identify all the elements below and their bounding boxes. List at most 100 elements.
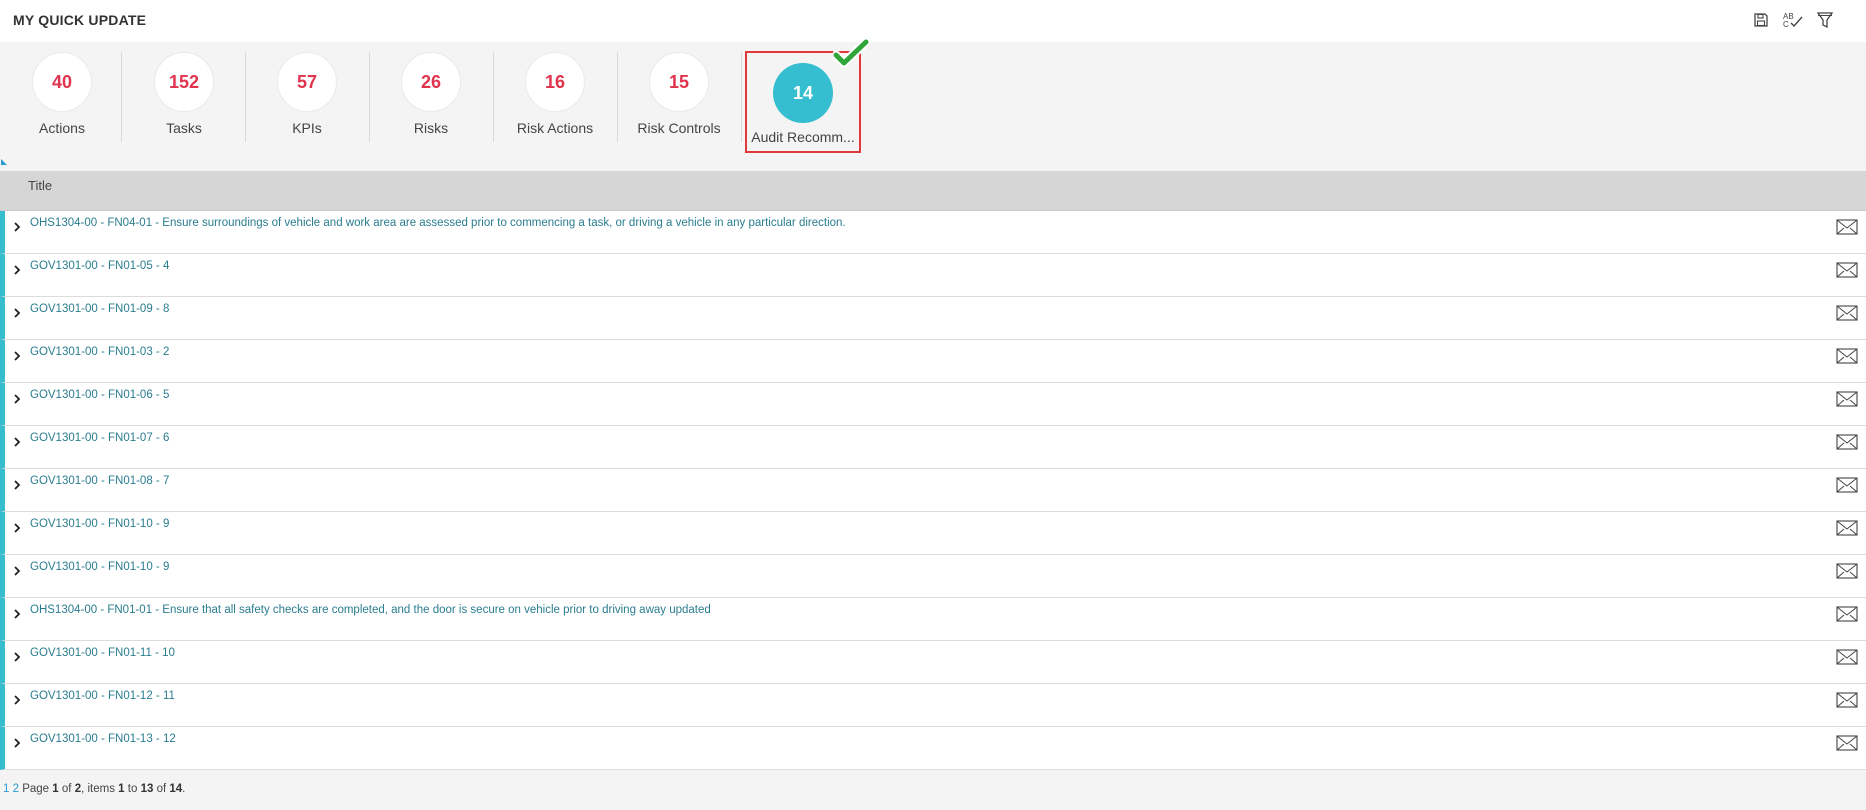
row-title-link[interactable]: GOV1301-00 - FN01-06 - 5 [30,389,169,401]
collapse-corner-icon[interactable] [1,159,7,165]
table-row[interactable]: OHS1304-00 - FN04-01 - Ensure surroundin… [0,211,1866,254]
row-title-link[interactable]: GOV1301-00 - FN01-03 - 2 [30,346,169,358]
table-row[interactable]: GOV1301-00 - FN01-09 - 8 [0,297,1866,340]
divider [741,52,742,142]
row-title-link[interactable]: GOV1301-00 - FN01-13 - 12 [30,733,176,745]
tile-count: 15 [649,52,709,112]
pager-text: Page [22,783,50,795]
chevron-right-icon[interactable] [12,263,22,277]
mail-icon[interactable] [1836,649,1858,665]
tile-label: Audit Recomm... [751,129,855,145]
tile-count: 57 [277,52,337,112]
chevron-right-icon[interactable] [12,220,22,234]
pager: 1 2 Page 1 of 2, items 1 to 13 of 14. [3,783,185,795]
row-title-link[interactable]: GOV1301-00 - FN01-11 - 10 [30,647,175,659]
grid-header: Title [0,171,1866,211]
pager-current: 1 [52,783,59,795]
tile-label: Risk Actions [516,120,594,136]
table-row[interactable]: GOV1301-00 - FN01-11 - 10 [0,641,1866,684]
mail-icon[interactable] [1836,735,1858,751]
table-row[interactable]: OHS1304-00 - FN01-01 - Ensure that all s… [0,598,1866,641]
pager-text: of [156,783,167,795]
summary-tiles: 40 Actions 152 Tasks 57 KPIs 26 Risks 16… [0,39,1866,162]
pager-text: , items [81,783,115,795]
pager-from: 1 [118,783,125,795]
row-title-link[interactable]: GOV1301-00 - FN01-10 - 9 [30,518,169,530]
tile-label: Actions [39,120,85,136]
chevron-right-icon[interactable] [12,521,22,535]
chevron-right-icon[interactable] [12,736,22,750]
pager-to: 13 [140,783,154,795]
filter-icon[interactable] [1814,9,1836,31]
checkmark-icon [833,39,869,68]
table-row[interactable]: GOV1301-00 - FN01-08 - 7 [0,469,1866,512]
table-row[interactable]: GOV1301-00 - FN01-10 - 9 [0,555,1866,598]
page-link-1[interactable]: 1 [3,783,9,795]
chevron-right-icon[interactable] [12,392,22,406]
table-row[interactable]: GOV1301-00 - FN01-07 - 6 [0,426,1866,469]
chevron-right-icon[interactable] [12,650,22,664]
mail-icon[interactable] [1836,434,1858,450]
tile-count: 152 [154,52,214,112]
row-title-link[interactable]: OHS1304-00 - FN04-01 - Ensure surroundin… [30,217,846,229]
row-title-link[interactable]: GOV1301-00 - FN01-12 - 11 [30,690,175,702]
toolbar: AB C [1750,9,1836,31]
tile-risk-controls[interactable]: 15 Risk Controls [617,52,741,152]
mail-icon[interactable] [1836,477,1858,493]
tile-label: Risks [413,120,449,136]
table-row[interactable]: GOV1301-00 - FN01-13 - 12 [0,727,1866,770]
save-icon[interactable] [1750,9,1772,31]
mail-icon[interactable] [1836,692,1858,708]
pager-text: . [182,783,186,795]
tile-tasks[interactable]: 152 Tasks [122,52,246,152]
tile-audit-recommendations[interactable]: 14 Audit Recomm... [745,39,869,153]
chevron-right-icon[interactable] [12,693,22,707]
row-title-link[interactable]: GOV1301-00 - FN01-10 - 9 [30,561,169,573]
row-title-link[interactable]: GOV1301-00 - FN01-07 - 6 [30,432,169,444]
tile-count: 26 [401,52,461,112]
pager-text: of [61,783,72,795]
tile-count: 40 [32,52,92,112]
chevron-right-icon[interactable] [12,607,22,621]
chevron-right-icon[interactable] [12,306,22,320]
table-row[interactable]: GOV1301-00 - FN01-06 - 5 [0,383,1866,426]
header-bar: MY QUICK UPDATE AB C [0,0,1866,42]
chevron-right-icon[interactable] [12,435,22,449]
mail-icon[interactable] [1836,219,1858,235]
mail-icon[interactable] [1836,305,1858,321]
table-row[interactable]: GOV1301-00 - FN01-03 - 2 [0,340,1866,383]
tile-label: Risk Controls [637,120,721,136]
page-title: MY QUICK UPDATE [13,12,147,28]
tile-kpis[interactable]: 57 KPIs [245,52,369,152]
row-title-link[interactable]: GOV1301-00 - FN01-09 - 8 [30,303,169,315]
tile-label: KPIs [292,120,322,136]
mail-icon[interactable] [1836,348,1858,364]
tile-risk-actions[interactable]: 16 Risk Actions [493,52,617,152]
mail-icon[interactable] [1836,563,1858,579]
svg-text:C: C [1783,20,1789,29]
pager-total-items: 14 [169,783,183,795]
mail-icon[interactable] [1836,606,1858,622]
chevron-right-icon[interactable] [12,349,22,363]
row-title-link[interactable]: OHS1304-00 - FN01-01 - Ensure that all s… [30,604,711,616]
tile-actions[interactable]: 40 Actions [0,52,124,152]
row-title-link[interactable]: GOV1301-00 - FN01-05 - 4 [30,260,169,272]
mail-icon[interactable] [1836,391,1858,407]
tile-risks[interactable]: 26 Risks [369,52,493,152]
table-row[interactable]: GOV1301-00 - FN01-10 - 9 [0,512,1866,555]
pager-text: to [127,783,138,795]
column-header-title[interactable]: Title [28,178,52,193]
mail-icon[interactable] [1836,262,1858,278]
spellcheck-icon[interactable]: AB C [1782,9,1804,31]
grid-rows: OHS1304-00 - FN04-01 - Ensure surroundin… [0,211,1866,770]
tile-label: Tasks [166,120,202,136]
chevron-right-icon[interactable] [12,564,22,578]
table-row[interactable]: GOV1301-00 - FN01-05 - 4 [0,254,1866,297]
mail-icon[interactable] [1836,520,1858,536]
table-row[interactable]: GOV1301-00 - FN01-12 - 11 [0,684,1866,727]
page-link-2[interactable]: 2 [13,783,19,795]
tile-count: 14 [773,63,833,123]
row-title-link[interactable]: GOV1301-00 - FN01-08 - 7 [30,475,169,487]
chevron-right-icon[interactable] [12,478,22,492]
tile-count: 16 [525,52,585,112]
